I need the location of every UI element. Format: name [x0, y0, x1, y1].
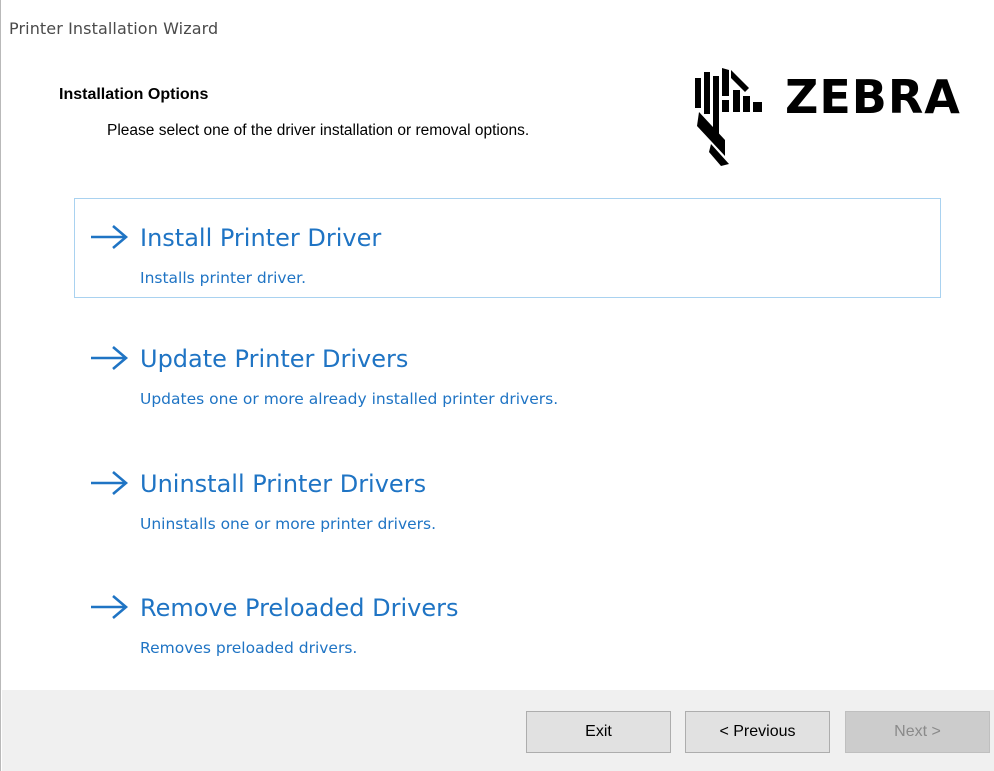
option-title: Remove Preloaded Drivers	[140, 594, 459, 622]
wizard-window: Printer Installation Wizard Installation…	[0, 0, 994, 771]
exit-button[interactable]: Exit	[526, 711, 671, 753]
option-uninstall-printer-drivers[interactable]: Uninstall Printer Drivers Uninstalls one…	[74, 444, 941, 544]
option-title: Uninstall Printer Drivers	[140, 470, 427, 498]
window-title: Printer Installation Wizard	[9, 19, 219, 38]
arrow-right-icon	[91, 595, 129, 619]
option-install-printer-driver[interactable]: Install Printer Driver Installs printer …	[74, 198, 941, 298]
zebra-logo: ZEBRA	[689, 66, 989, 166]
option-description: Updates one or more already installed pr…	[140, 390, 559, 408]
arrow-right-icon	[91, 225, 129, 249]
option-remove-preloaded-drivers[interactable]: Remove Preloaded Drivers Removes preload…	[74, 568, 941, 668]
option-update-printer-drivers[interactable]: Update Printer Drivers Updates one or mo…	[74, 319, 941, 419]
next-button[interactable]: Next >	[845, 711, 990, 753]
page-title: Installation Options	[59, 86, 209, 103]
arrow-right-icon	[91, 346, 129, 370]
zebra-logo-text: ZEBRA	[785, 70, 961, 124]
option-description: Installs printer driver.	[140, 269, 307, 287]
arrow-right-icon	[91, 471, 129, 495]
zebra-head-icon	[695, 68, 762, 166]
previous-button[interactable]: < Previous	[685, 711, 830, 753]
button-bar: Exit < Previous Next >	[2, 690, 994, 771]
option-title: Update Printer Drivers	[140, 345, 409, 373]
option-description: Uninstalls one or more printer drivers.	[140, 515, 437, 533]
option-title: Install Printer Driver	[140, 224, 382, 252]
option-description: Removes preloaded drivers.	[140, 639, 358, 657]
page-description: Please select one of the driver installa…	[107, 122, 530, 139]
